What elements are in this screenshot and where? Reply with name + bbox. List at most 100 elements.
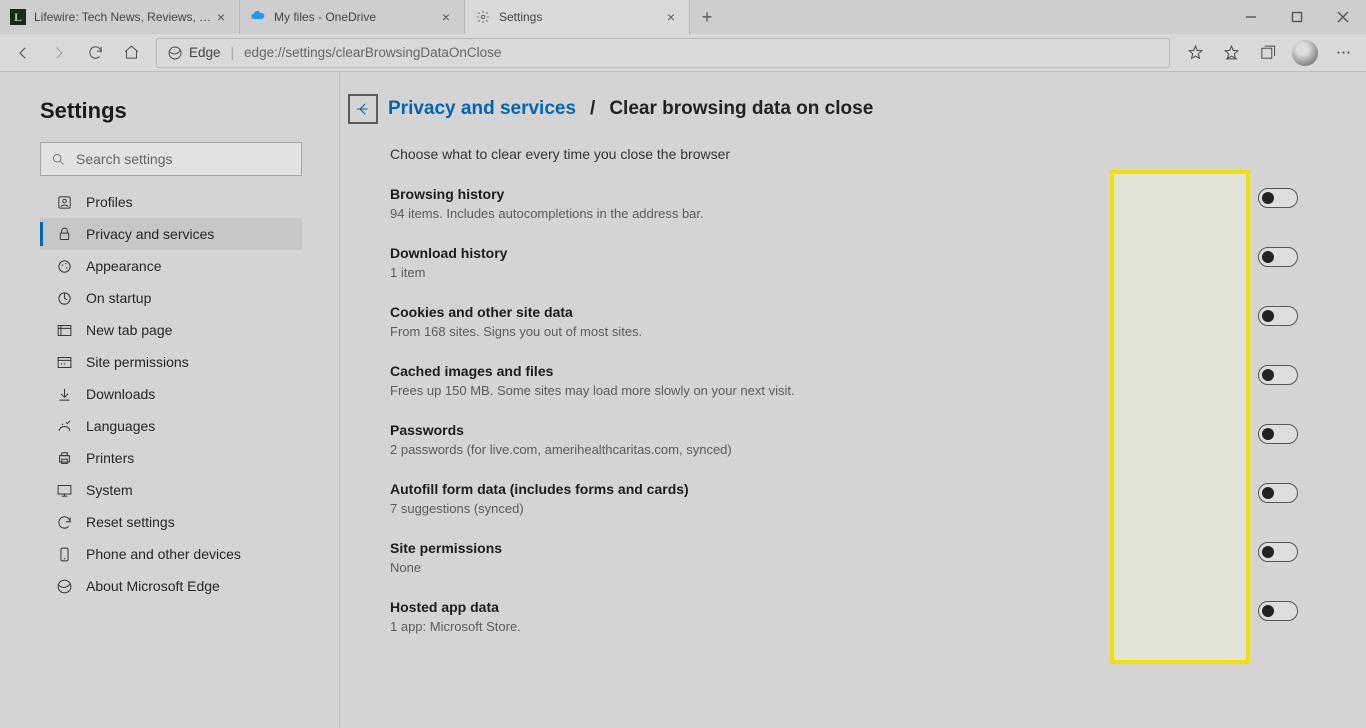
option-title: Download history bbox=[390, 245, 507, 261]
scheme-label: Edge bbox=[167, 45, 221, 61]
sidebar-item-label: Reset settings bbox=[86, 514, 175, 530]
nav-icon bbox=[54, 416, 74, 436]
toggle-switch[interactable] bbox=[1258, 306, 1298, 326]
sidebar: Settings Search settings ProfilesPrivacy… bbox=[0, 72, 340, 728]
cloud-icon bbox=[250, 9, 266, 25]
sidebar-item-label: About Microsoft Edge bbox=[86, 578, 220, 594]
nav-icon bbox=[54, 448, 74, 468]
option-desc: 7 suggestions (synced) bbox=[390, 501, 689, 516]
sidebar-item-label: Site permissions bbox=[86, 354, 189, 370]
toggle-switch[interactable] bbox=[1258, 247, 1298, 267]
content: Settings Search settings ProfilesPrivacy… bbox=[0, 72, 1366, 728]
close-icon[interactable]: × bbox=[438, 9, 454, 25]
option-desc: 1 item bbox=[390, 265, 507, 280]
arrow-left-icon bbox=[354, 100, 372, 118]
gear-icon bbox=[475, 9, 491, 25]
page-header: Privacy and services / Clear browsing da… bbox=[348, 94, 1318, 124]
search-icon bbox=[51, 152, 66, 167]
option-title: Cached images and files bbox=[390, 363, 795, 379]
url-text: edge://settings/clearBrowsingDataOnClose bbox=[244, 45, 501, 60]
tab-strip: L Lifewire: Tech News, Reviews, He × My … bbox=[0, 0, 1228, 34]
nav-icon bbox=[54, 384, 74, 404]
toggle-switch[interactable] bbox=[1258, 542, 1298, 562]
address-bar[interactable]: Edge | edge://settings/clearBrowsingData… bbox=[156, 38, 1170, 68]
option-row: Cookies and other site dataFrom 168 site… bbox=[390, 304, 1318, 339]
nav-icon bbox=[54, 192, 74, 212]
sidebar-item-label: Profiles bbox=[86, 194, 133, 210]
breadcrumb-link[interactable]: Privacy and services bbox=[388, 98, 576, 120]
search-input[interactable]: Search settings bbox=[40, 142, 302, 176]
sidebar-item-printers[interactable]: Printers bbox=[40, 442, 302, 474]
option-desc: 1 app: Microsoft Store. bbox=[390, 619, 521, 634]
option-row: Hosted app data 1 app: Microsoft Store. bbox=[390, 599, 1318, 634]
sidebar-item-new-tab-page[interactable]: New tab page bbox=[40, 314, 302, 346]
sidebar-item-appearance[interactable]: Appearance bbox=[40, 250, 302, 282]
toggle-switch[interactable] bbox=[1258, 424, 1298, 444]
separator: | bbox=[231, 45, 235, 60]
nav-icon bbox=[54, 576, 74, 596]
close-icon[interactable]: × bbox=[663, 9, 679, 25]
sidebar-item-label: Languages bbox=[86, 418, 155, 434]
toggle-switch[interactable] bbox=[1258, 365, 1298, 385]
sidebar-item-reset-settings[interactable]: Reset settings bbox=[40, 506, 302, 538]
sidebar-item-privacy-and-services[interactable]: Privacy and services bbox=[40, 218, 302, 250]
option-row: Passwords2 passwords (for live.com, amer… bbox=[390, 422, 1318, 457]
scheme-text: Edge bbox=[189, 45, 221, 60]
close-window-button[interactable] bbox=[1320, 0, 1366, 34]
nav-icon bbox=[54, 256, 74, 276]
breadcrumb-separator: / bbox=[590, 98, 595, 120]
page-description: Choose what to clear every time you clos… bbox=[390, 146, 1318, 162]
toggle-switch[interactable] bbox=[1258, 601, 1298, 621]
more-icon[interactable] bbox=[1326, 37, 1360, 69]
maximize-button[interactable] bbox=[1274, 0, 1320, 34]
refresh-button[interactable] bbox=[78, 37, 112, 69]
option-desc: 2 passwords (for live.com, amerihealthca… bbox=[390, 442, 732, 457]
sidebar-item-on-startup[interactable]: On startup bbox=[40, 282, 302, 314]
nav-list: Profiles Privacy and services Appearance On… bbox=[40, 186, 321, 602]
option-row: Autofill form data (includes forms and c… bbox=[390, 481, 1318, 516]
sidebar-item-label: Printers bbox=[86, 450, 134, 466]
sidebar-item-label: On startup bbox=[86, 290, 151, 306]
close-icon[interactable]: × bbox=[213, 9, 229, 25]
sidebar-item-profiles[interactable]: Profiles bbox=[40, 186, 302, 218]
title-bar: L Lifewire: Tech News, Reviews, He × My … bbox=[0, 0, 1366, 34]
tab-title: My files - OneDrive bbox=[274, 10, 438, 24]
forward-button[interactable] bbox=[42, 37, 76, 69]
star-outline-icon[interactable] bbox=[1178, 37, 1212, 69]
sidebar-item-site-permissions[interactable]: Site permissions bbox=[40, 346, 302, 378]
back-button[interactable] bbox=[6, 37, 40, 69]
sidebar-item-label: Phone and other devices bbox=[86, 546, 241, 562]
toggle-switch[interactable] bbox=[1258, 483, 1298, 503]
sidebar-item-label: Appearance bbox=[86, 258, 162, 274]
minimize-button[interactable] bbox=[1228, 0, 1274, 34]
nav-icon bbox=[54, 512, 74, 532]
sidebar-item-label: Downloads bbox=[86, 386, 155, 402]
new-tab-button[interactable]: + bbox=[690, 0, 724, 34]
sidebar-item-phone-and-other-devices[interactable]: Phone and other devices bbox=[40, 538, 302, 570]
profile-avatar[interactable] bbox=[1292, 40, 1318, 66]
page-back-button[interactable] bbox=[348, 94, 378, 124]
option-desc: From 168 sites. Signs you out of most si… bbox=[390, 324, 642, 339]
option-row: Download history 1 item bbox=[390, 245, 1318, 280]
sidebar-item-label: New tab page bbox=[86, 322, 172, 338]
toggle-switch[interactable] bbox=[1258, 188, 1298, 208]
option-row: Cached images and filesFrees up 150 MB. … bbox=[390, 363, 1318, 398]
home-button[interactable] bbox=[114, 37, 148, 69]
nav-icon bbox=[54, 320, 74, 340]
tab-settings[interactable]: Settings × bbox=[465, 0, 690, 34]
search-placeholder: Search settings bbox=[76, 151, 173, 167]
toolbar: Edge | edge://settings/clearBrowsingData… bbox=[0, 34, 1366, 72]
sidebar-item-about-microsoft-edge[interactable]: About Microsoft Edge bbox=[40, 570, 302, 602]
sidebar-item-downloads[interactable]: Downloads bbox=[40, 378, 302, 410]
favorites-icon[interactable] bbox=[1214, 37, 1248, 69]
option-desc: 94 items. Includes autocompletions in th… bbox=[390, 206, 704, 221]
sidebar-item-label: Privacy and services bbox=[86, 226, 214, 242]
nav-icon bbox=[54, 288, 74, 308]
tab-onedrive[interactable]: My files - OneDrive × bbox=[240, 0, 465, 34]
main: Privacy and services / Clear browsing da… bbox=[340, 72, 1366, 728]
tab-lifewire[interactable]: L Lifewire: Tech News, Reviews, He × bbox=[0, 0, 240, 34]
sidebar-item-system[interactable]: System bbox=[40, 474, 302, 506]
sidebar-item-languages[interactable]: Languages bbox=[40, 410, 302, 442]
option-title: Hosted app data bbox=[390, 599, 521, 615]
collections-icon[interactable] bbox=[1250, 37, 1284, 69]
